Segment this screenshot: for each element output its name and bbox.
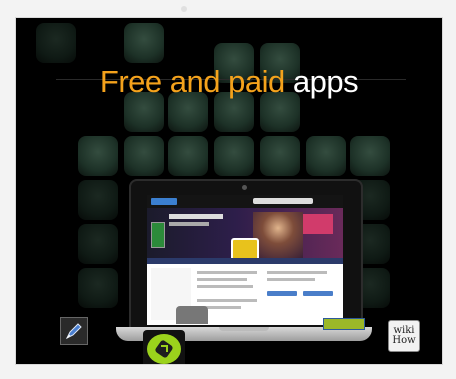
laptop-screen-lid: [129, 179, 363, 331]
laptop-notch: [219, 327, 269, 331]
bg-tile: [78, 180, 118, 220]
bg-tile: [78, 224, 118, 264]
colorful-app-icon: [323, 318, 365, 330]
promo-image: Free and paid apps wiki How: [16, 18, 442, 364]
green-app-icon: [143, 330, 185, 364]
bg-tile: [168, 136, 208, 176]
laptop-display: [147, 195, 343, 325]
green-app-icon-badge: [147, 334, 181, 364]
bg-tile: [78, 136, 118, 176]
bg-tile: [36, 23, 76, 63]
gray-app-icon: [176, 306, 208, 324]
pen-icon: [60, 317, 88, 345]
title-part-orange: Free and paid: [99, 64, 285, 99]
page-title: Free and paid apps: [16, 64, 442, 100]
screen-text-line: [197, 299, 257, 302]
top-indicator: [181, 6, 187, 12]
screen-text-line: [267, 278, 315, 281]
screen-hero-text: [169, 214, 223, 219]
bg-tile: [350, 136, 390, 176]
wiki-how-icon: wiki How: [388, 320, 420, 352]
title-part-white: apps: [292, 64, 359, 99]
screen-nav-bar: [147, 258, 343, 264]
screen-button: [267, 291, 297, 296]
screen-logo: [151, 198, 177, 205]
screen-text-line: [197, 271, 257, 274]
screen-search: [253, 198, 313, 204]
screen-text-line: [267, 271, 327, 274]
screen-text-line: [197, 285, 253, 288]
screen-hero-subtext: [169, 222, 209, 226]
wiki-how-line2: How: [392, 335, 416, 346]
screen-phone-image: [151, 222, 165, 248]
screen-text-line: [197, 278, 247, 281]
bg-tile: [78, 268, 118, 308]
screen-button: [303, 291, 333, 296]
bg-tile: [124, 136, 164, 176]
bg-tile: [260, 136, 300, 176]
bg-tile: [214, 136, 254, 176]
webcam: [242, 185, 247, 190]
screen-topbar: [147, 195, 343, 208]
bg-tile: [306, 136, 346, 176]
screen-hero-photo: [253, 212, 303, 258]
screen-promo-box: [303, 214, 333, 234]
bg-tile: [124, 23, 164, 63]
